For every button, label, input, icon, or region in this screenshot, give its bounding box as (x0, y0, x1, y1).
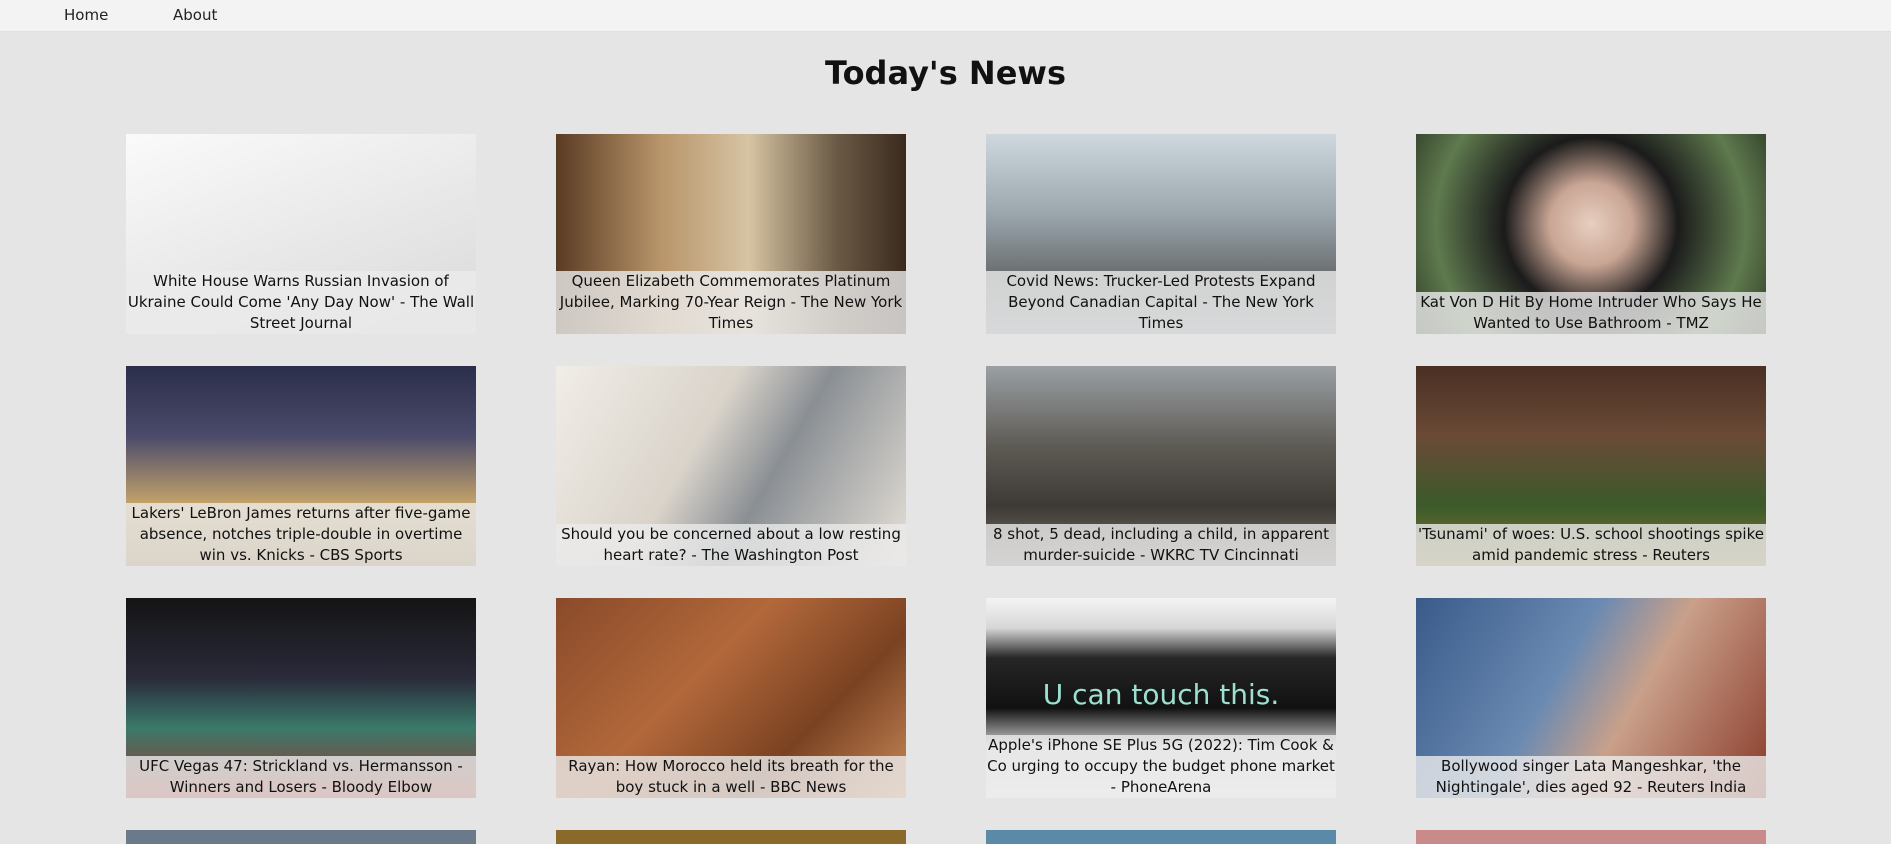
news-caption: 8 shot, 5 dead, including a child, in ap… (986, 524, 1336, 566)
news-card[interactable]: 'Tsunami' of woes: U.S. school shootings… (1416, 366, 1766, 566)
news-card[interactable] (1416, 830, 1766, 844)
news-card[interactable]: Kat Von D Hit By Home Intruder Who Says … (1416, 134, 1766, 334)
nav-home-link[interactable]: Home (64, 6, 108, 24)
news-card[interactable]: 8 shot, 5 dead, including a child, in ap… (986, 366, 1336, 566)
nav-about-link[interactable]: About (173, 6, 217, 24)
news-card[interactable]: White House Warns Russian Invasion of Uk… (126, 134, 476, 334)
news-card[interactable] (126, 830, 476, 844)
news-caption: 'Tsunami' of woes: U.S. school shootings… (1416, 524, 1766, 566)
news-caption: Should you be concerned about a low rest… (556, 524, 906, 566)
top-navbar: Home About (0, 0, 1891, 32)
news-card[interactable]: Covid News: Trucker-Led Protests Expand … (986, 134, 1336, 334)
image-overlay-text: U can touch this. (1042, 678, 1280, 711)
news-caption: Rayan: How Morocco held its breath for t… (556, 756, 906, 798)
news-image (556, 830, 906, 844)
news-caption: Bollywood singer Lata Mangeshkar, 'the N… (1416, 756, 1766, 798)
news-image (126, 830, 476, 844)
news-caption: Queen Elizabeth Commemorates Platinum Ju… (556, 271, 906, 334)
news-card[interactable]: Should you be concerned about a low rest… (556, 366, 906, 566)
news-caption: Covid News: Trucker-Led Protests Expand … (986, 271, 1336, 334)
news-card[interactable] (986, 830, 1336, 844)
news-card[interactable]: Rayan: How Morocco held its breath for t… (556, 598, 906, 798)
news-card[interactable]: Queen Elizabeth Commemorates Platinum Ju… (556, 134, 906, 334)
news-card[interactable] (556, 830, 906, 844)
news-caption: UFC Vegas 47: Strickland vs. Hermansson … (126, 756, 476, 798)
news-card[interactable]: Lakers' LeBron James returns after five-… (126, 366, 476, 566)
news-image (986, 830, 1336, 844)
news-caption: Lakers' LeBron James returns after five-… (126, 503, 476, 566)
news-caption: Kat Von D Hit By Home Intruder Who Says … (1416, 292, 1766, 334)
news-card[interactable]: Bollywood singer Lata Mangeshkar, 'the N… (1416, 598, 1766, 798)
page-title: Today's News (824, 54, 1066, 92)
news-card[interactable]: UFC Vegas 47: Strickland vs. Hermansson … (126, 598, 476, 798)
news-image (1416, 830, 1766, 844)
news-caption: White House Warns Russian Invasion of Uk… (126, 271, 476, 334)
news-caption: Apple's iPhone SE Plus 5G (2022): Tim Co… (986, 735, 1336, 798)
news-card[interactable]: U can touch this. Apple's iPhone SE Plus… (986, 598, 1336, 798)
